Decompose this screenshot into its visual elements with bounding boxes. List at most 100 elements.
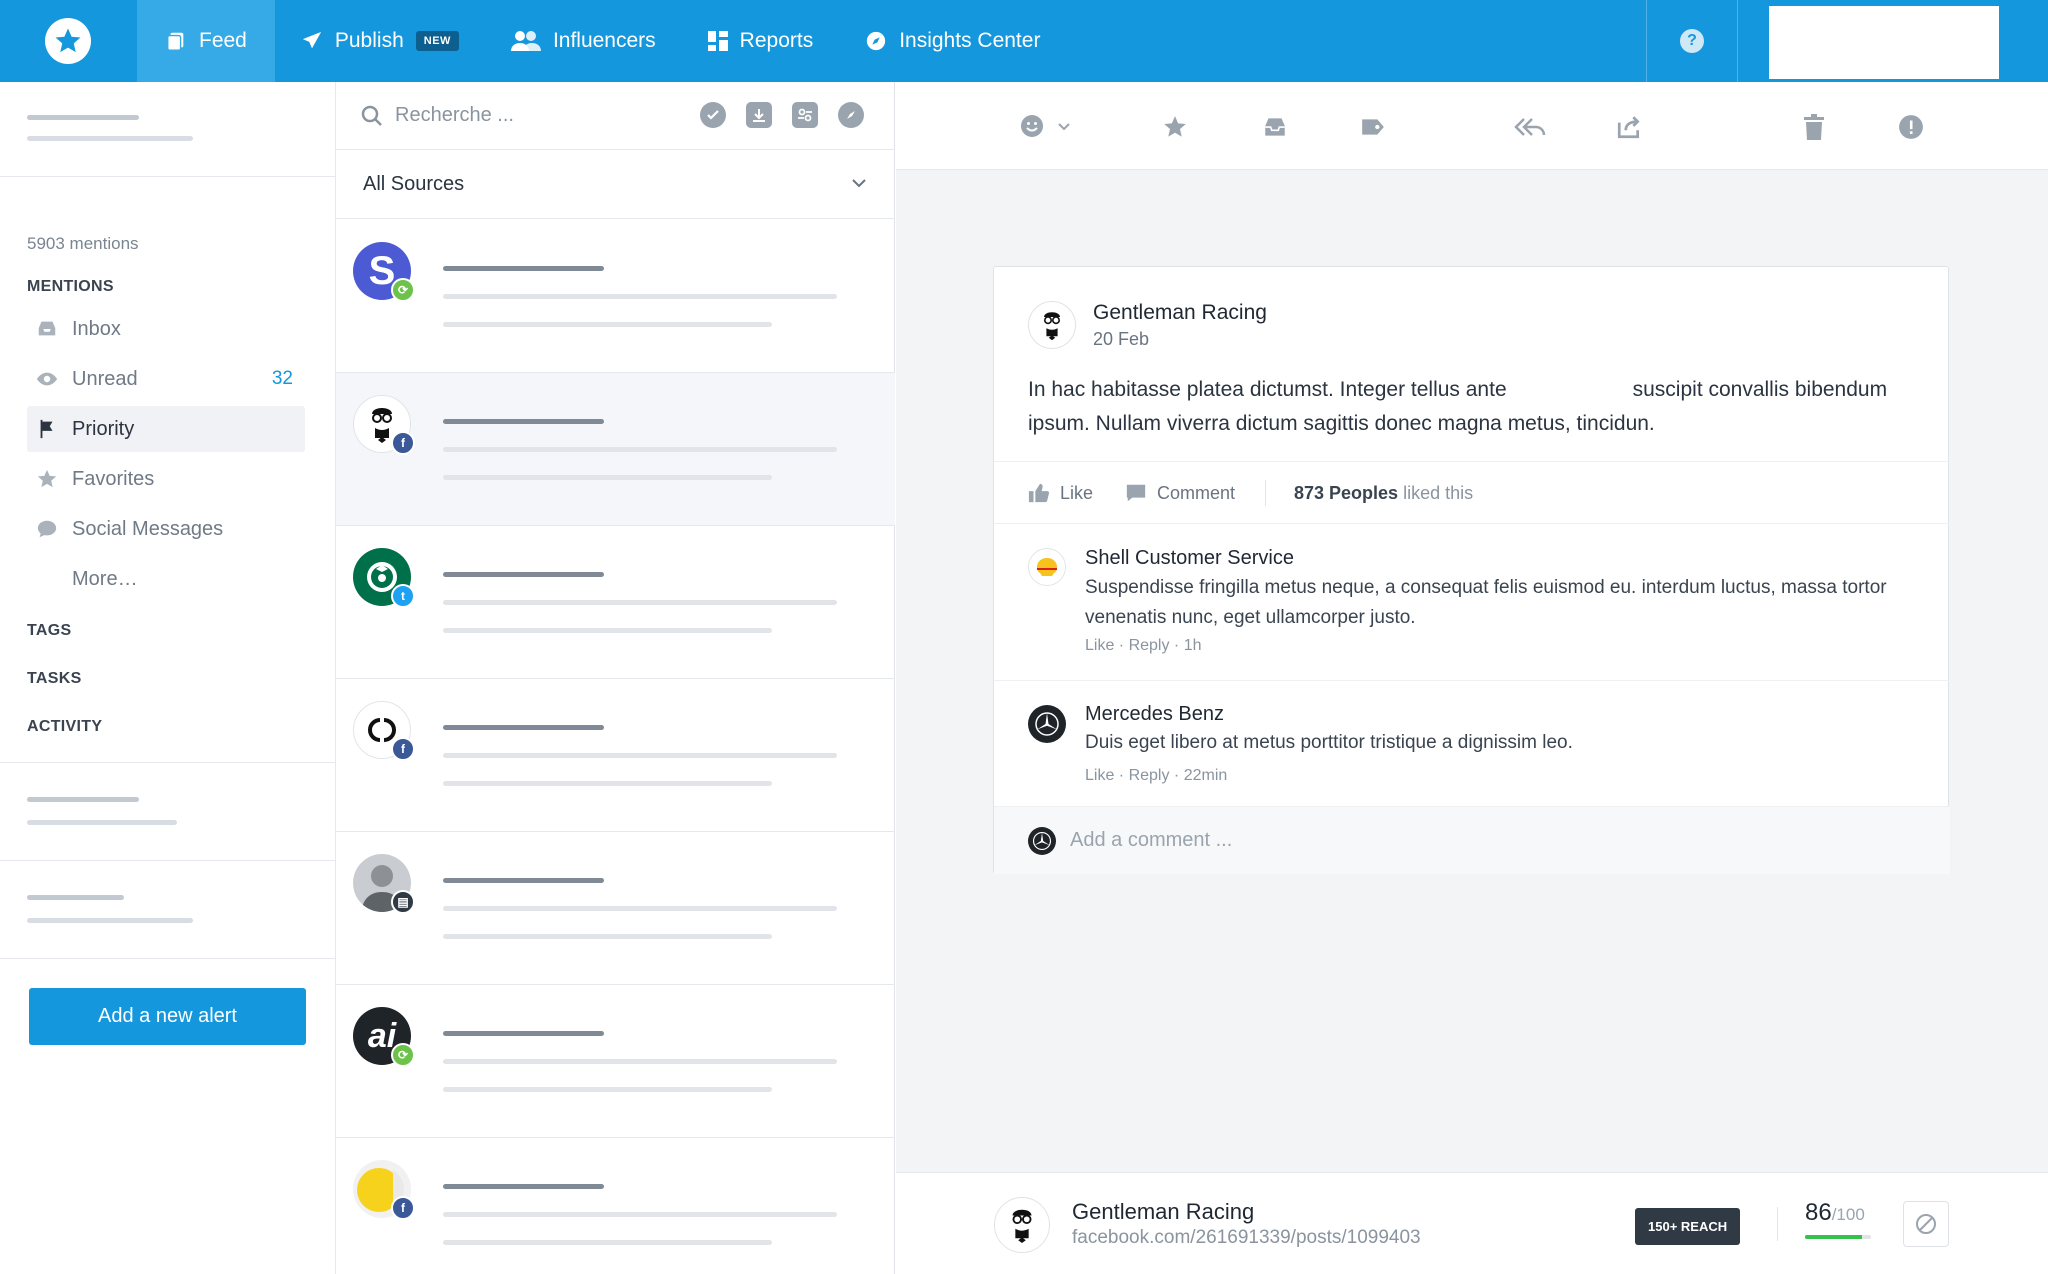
nav-publish-label: Publish (334, 29, 404, 52)
redacted-block (1506, 380, 1633, 401)
placeholder-line (443, 294, 837, 299)
nav-insights-center[interactable]: Insights Center (839, 0, 1066, 82)
nav-publish[interactable]: Publish NEW (275, 0, 485, 82)
comment-button[interactable]: Comment (1125, 482, 1235, 504)
sidebar-item-label: Social Messages (72, 517, 224, 540)
block-icon (1916, 1214, 1936, 1234)
tasks-heading[interactable]: TASKS (27, 670, 82, 688)
sentiment-dropdown[interactable] (1020, 114, 1072, 138)
feed-item[interactable]: S ⟳ (336, 220, 895, 373)
search-input[interactable]: Recherche ... (395, 104, 514, 127)
activity-heading[interactable]: ACTIVITY (27, 718, 102, 736)
sidebar-item-favorites[interactable]: Favorites (27, 456, 305, 502)
download-icon[interactable] (746, 102, 772, 128)
placeholder-line (443, 906, 837, 911)
sidebar-item-social-messages[interactable]: Social Messages (27, 506, 305, 552)
nav-influencers-label: Influencers (552, 29, 656, 52)
filter-icon[interactable] (792, 102, 818, 128)
mercedes-avatar[interactable] (1028, 705, 1066, 743)
star-icon[interactable] (1162, 114, 1188, 140)
like-button[interactable]: Like (1028, 482, 1093, 504)
likes-suffix: liked this (1403, 483, 1474, 503)
placeholder-line (27, 820, 177, 825)
add-comment-input[interactable]: Add a comment ... (1070, 829, 1232, 852)
placeholder-line (443, 878, 604, 883)
feed-item[interactable]: t (336, 526, 895, 679)
post-actions: Like Comment 873 Peoples liked this (994, 461, 1950, 524)
share-icon[interactable] (1616, 114, 1642, 140)
users-icon (510, 31, 541, 51)
comment-like-link[interactable]: Like (1085, 767, 1114, 784)
placeholder-line (443, 322, 772, 327)
placeholder-line (27, 115, 139, 120)
sources-dropdown[interactable]: All Sources (336, 150, 895, 219)
comment-author[interactable]: Mercedes Benz (1085, 703, 1224, 726)
main-nav: Feed Publish NEW Influencers Reports Ins… (137, 0, 1066, 82)
divider (0, 958, 336, 959)
placeholder-line (443, 628, 772, 633)
divider (0, 176, 336, 177)
trash-icon[interactable] (1802, 114, 1826, 140)
comment-meta: Like · Reply · 1h (1085, 637, 1202, 654)
nav-reports-label: Reports (739, 29, 814, 52)
new-badge: NEW (415, 31, 459, 51)
comment-reply-link[interactable]: Reply (1129, 637, 1170, 654)
feed-item[interactable]: ▤ (336, 832, 895, 985)
feed-item-selected[interactable]: f (336, 373, 895, 526)
sidebar-more[interactable]: More… (27, 556, 305, 602)
sidebar-item-inbox[interactable]: Inbox (27, 306, 305, 352)
flag-icon (40, 419, 53, 439)
placeholder-line (443, 781, 772, 786)
comment-label: Comment (1157, 482, 1236, 503)
unread-count: 32 (271, 368, 293, 389)
sidebar-item-priority[interactable]: Priority (27, 406, 305, 452)
nav-reports[interactable]: Reports (682, 0, 840, 82)
tag-icon[interactable] (1360, 114, 1386, 140)
add-new-alert-button[interactable]: Add a new alert (29, 988, 306, 1045)
placeholder-line (443, 1184, 604, 1189)
source-name[interactable]: Gentleman Racing (1072, 1199, 1254, 1225)
comment-item: Shell Customer Service Suspendisse fring… (994, 524, 1950, 681)
divider (1777, 1207, 1778, 1241)
feed-item[interactable]: f (336, 679, 895, 832)
comment-time: 22min (1183, 767, 1228, 784)
block-button[interactable] (1903, 1201, 1949, 1247)
feed-item[interactable]: f (336, 1138, 895, 1274)
sidebar-item-unread[interactable]: Unread 32 (27, 356, 305, 402)
comment-like-link[interactable]: Like (1085, 637, 1114, 654)
likes-summary[interactable]: 873 Peoples liked this (1294, 483, 1473, 504)
reach-badge: 150+ REACH (1635, 1208, 1741, 1245)
nav-feed[interactable]: Feed (137, 0, 275, 82)
reply-all-icon[interactable] (1514, 114, 1546, 140)
placeholder-line (443, 934, 772, 939)
mercedes-avatar (1028, 827, 1056, 855)
chat-bubble-icon (37, 520, 57, 538)
star-logo-icon (55, 28, 81, 53)
inbox-icon[interactable] (1262, 114, 1288, 140)
rss-icon: ⟳ (391, 278, 415, 302)
source-footer: Gentleman Racing facebook.com/261691339/… (896, 1172, 2048, 1274)
mark-done-icon[interactable] (700, 102, 726, 128)
post-card: Gentleman Racing 20 Feb In hac habitasse… (993, 266, 1950, 874)
comment-author[interactable]: Shell Customer Service (1085, 547, 1294, 570)
placeholder-line (443, 600, 837, 605)
source-url[interactable]: facebook.com/261691339/posts/1099403 (1072, 1227, 1421, 1249)
placeholder-line (443, 1059, 837, 1064)
help-icon[interactable]: ? (1680, 29, 1704, 53)
app-logo[interactable] (45, 18, 91, 64)
tags-heading[interactable]: TAGS (27, 622, 71, 640)
left-sidebar: 5903 mentions MENTIONS Inbox Unread 32 P… (0, 82, 336, 1274)
comment-item: Mercedes Benz Duis eget libero at metus … (994, 681, 1950, 807)
comment-reply-link[interactable]: Reply (1129, 767, 1170, 784)
post-text-part: In hac habitasse platea dictumst. Intege… (1028, 378, 1507, 401)
gentleman-racing-avatar[interactable] (1028, 301, 1076, 349)
compass-filter-icon[interactable] (838, 102, 864, 128)
post-author-name[interactable]: Gentleman Racing (1093, 301, 1267, 325)
shell-avatar[interactable] (1028, 548, 1066, 586)
paper-plane-icon (302, 31, 322, 49)
nav-influencers[interactable]: Influencers (485, 0, 682, 82)
account-box[interactable] (1769, 6, 1999, 79)
feed-item[interactable]: ai ⟳ (336, 985, 895, 1138)
alert-icon[interactable] (1898, 114, 1924, 140)
add-comment-row: Add a comment ... (994, 807, 1950, 874)
